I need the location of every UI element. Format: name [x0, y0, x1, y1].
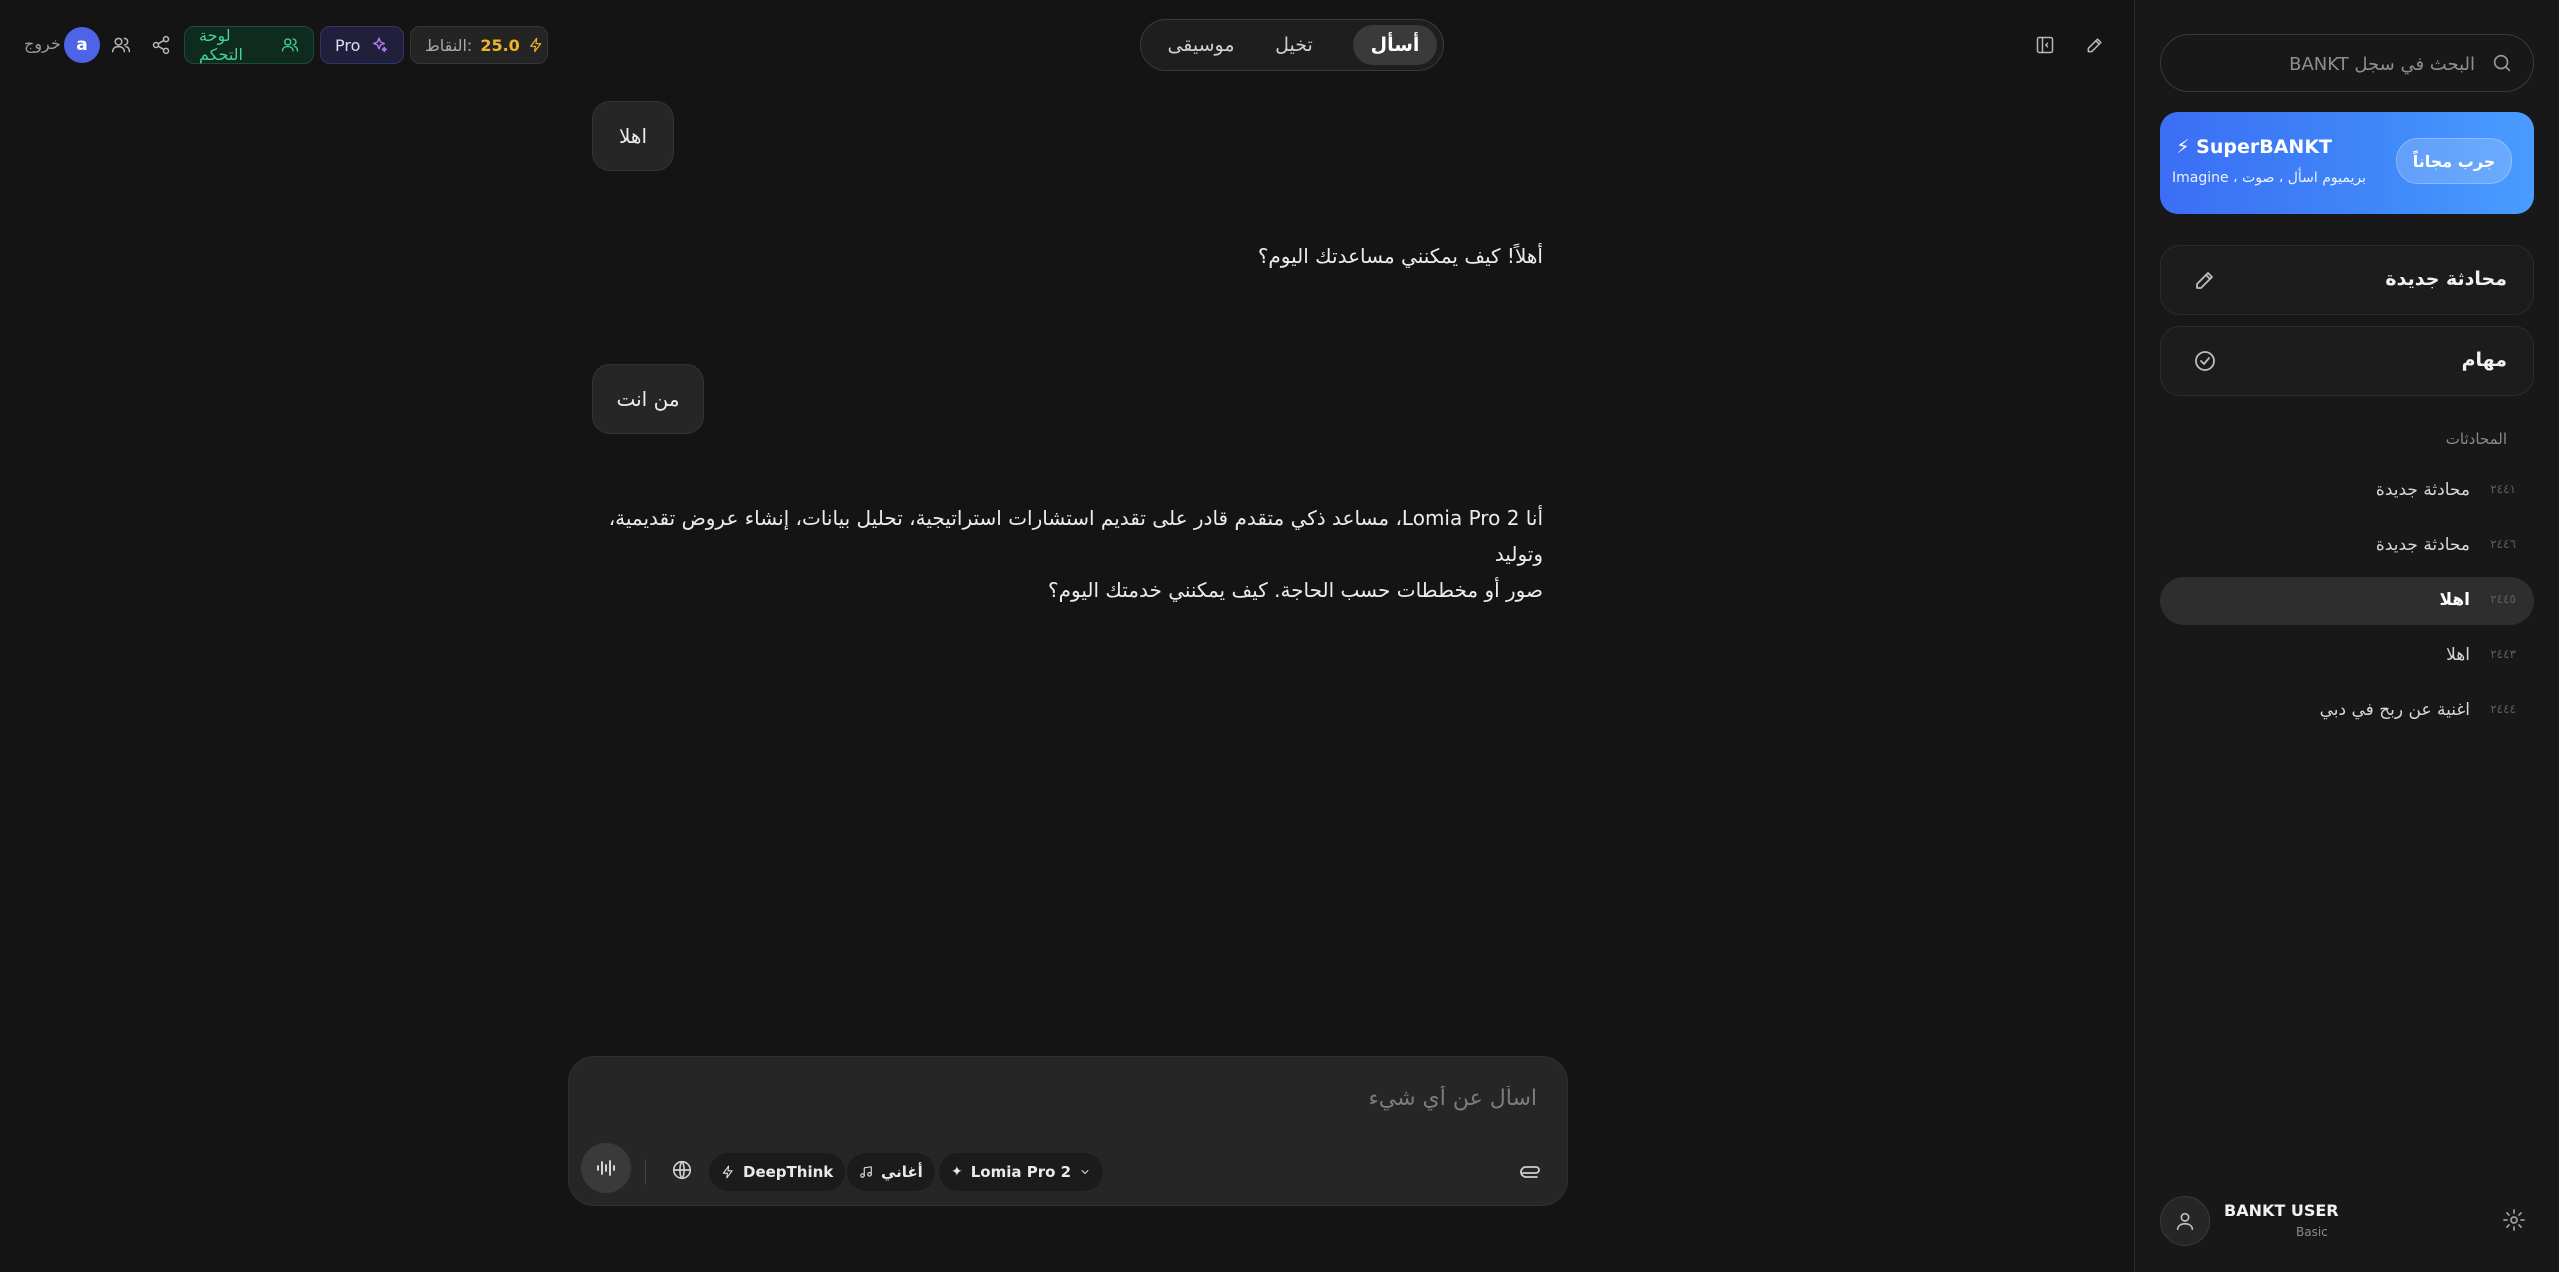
tab-imagine[interactable]: تخيل: [1255, 25, 1333, 65]
model-label: Lomia Pro 2: [970, 1163, 1072, 1181]
promo-card: ⚡ SuperBANKT بريميوم اسأل ، صوت ، Imagin…: [2160, 112, 2534, 214]
promo-title: ⚡ SuperBANKT: [2176, 136, 2332, 158]
conversation-item[interactable]: ٢٤٤٣ اهلا: [2160, 632, 2534, 680]
share-icon[interactable]: [148, 32, 174, 58]
music-note-icon: [859, 1165, 873, 1179]
deepthink-label: DeepThink: [743, 1163, 834, 1181]
pro-badge[interactable]: Pro: [320, 26, 404, 64]
pencil-icon: [2193, 268, 2219, 294]
users-icon[interactable]: [108, 32, 134, 58]
search-input[interactable]: [2193, 47, 2477, 81]
user-message: من انت: [592, 364, 704, 434]
globe-icon[interactable]: [671, 1159, 697, 1185]
conversation-meta: ٢٤٤٥: [2490, 592, 2516, 606]
dashboard-label: لوحة التحكم: [199, 26, 243, 64]
new-chat-label: محادثة جديدة: [2385, 268, 2507, 290]
mode-switcher: موسيقى تخيل أسأل: [1140, 19, 1444, 71]
conversation-title: اهلا: [2439, 590, 2470, 610]
user-plan: Basic: [2296, 1225, 2328, 1239]
gear-icon[interactable]: [2502, 1208, 2528, 1234]
tasks-button[interactable]: مهام: [2160, 326, 2534, 396]
conversation-title: محادثة جديدة: [2375, 535, 2470, 555]
divider: [645, 1159, 646, 1185]
user-icon: [2174, 1210, 2196, 1232]
conversation-item[interactable]: ٢٤٤٤ اغنية عن ربح في دبي: [2160, 687, 2534, 735]
deepthink-toggle[interactable]: DeepThink: [709, 1153, 846, 1191]
conversation-meta: ٢٤٤٣: [2490, 647, 2516, 661]
sparkles-icon: [370, 36, 388, 54]
conversation-title: اهلا: [2446, 645, 2470, 665]
tab-ask[interactable]: أسأل: [1353, 25, 1437, 65]
conversation-meta: ٢٤٤٤: [2490, 702, 2516, 716]
user-name: BANKT USER: [2224, 1201, 2339, 1220]
chevron-down-icon: [1079, 1166, 1091, 1178]
voice-button[interactable]: [581, 1143, 631, 1193]
conversation-meta: ٢٤٤١: [2490, 482, 2516, 496]
user-message: اهلا: [592, 101, 674, 171]
points-label: النقاط:: [425, 35, 473, 55]
songs-toggle[interactable]: أغاني: [847, 1153, 935, 1191]
search-icon: [2491, 52, 2513, 74]
prompt-input[interactable]: [595, 1077, 1539, 1119]
points-badge: النقاط: 25.0: [410, 26, 548, 64]
songs-label: أغاني: [881, 1163, 923, 1181]
bolt-icon: [721, 1165, 735, 1179]
user-avatar[interactable]: [2160, 1196, 2210, 1246]
try-free-button[interactable]: جرب مجاناً: [2396, 138, 2512, 184]
conversation-title: محادثة جديدة: [2375, 480, 2470, 500]
conversations-heading: المحادثات: [2445, 430, 2507, 448]
sidebar-toggle-icon[interactable]: [2032, 32, 2058, 58]
conversation-item[interactable]: ٢٤٤١ محادثة جديدة: [2160, 467, 2534, 515]
logout-link[interactable]: خروج: [24, 34, 61, 53]
model-selector[interactable]: ✦ Lomia Pro 2: [939, 1153, 1104, 1191]
users-icon: [281, 36, 299, 54]
conversation-meta: ٢٤٤٦: [2490, 537, 2516, 551]
points-value: 25.0: [480, 35, 520, 55]
tab-music[interactable]: موسيقى: [1151, 25, 1251, 65]
dashboard-button[interactable]: لوحة التحكم: [184, 26, 314, 64]
avatar[interactable]: a: [64, 27, 100, 63]
tasks-label: مهام: [2461, 349, 2507, 371]
attach-icon[interactable]: [1519, 1161, 1545, 1187]
composer: DeepThink أغاني ✦ Lomia Pro 2: [568, 1056, 1568, 1206]
sparkle-icon: ✦: [951, 1164, 963, 1180]
assistant-message: أهلاً! كيف يمكنني مساعدتك اليوم؟: [1257, 244, 1543, 268]
new-chat-button[interactable]: محادثة جديدة: [2160, 245, 2534, 315]
search-box: [2160, 34, 2534, 92]
conversation-item-active[interactable]: ٢٤٤٥ اهلا: [2160, 577, 2534, 625]
check-circle-icon: [2193, 349, 2219, 375]
conversation-item[interactable]: ٢٤٤٦ محادثة جديدة: [2160, 522, 2534, 570]
bolt-icon: [528, 37, 544, 53]
promo-subtitle: بريميوم اسأل ، صوت ، Imagine: [2172, 170, 2366, 186]
edit-icon[interactable]: [2082, 32, 2108, 58]
voice-wave-icon: [594, 1156, 618, 1180]
pro-label: Pro: [335, 35, 361, 55]
assistant-message: أنا Lomia Pro 2، مساعد ذكي متقدم قادر عل…: [583, 500, 1543, 608]
assistant-message-line: صور أو مخططات حسب الحاجة. كيف يمكنني خدم…: [1048, 578, 1543, 602]
assistant-message-line: أنا Lomia Pro 2، مساعد ذكي متقدم قادر عل…: [608, 506, 1543, 566]
conversation-title: اغنية عن ربح في دبي: [2319, 700, 2470, 720]
